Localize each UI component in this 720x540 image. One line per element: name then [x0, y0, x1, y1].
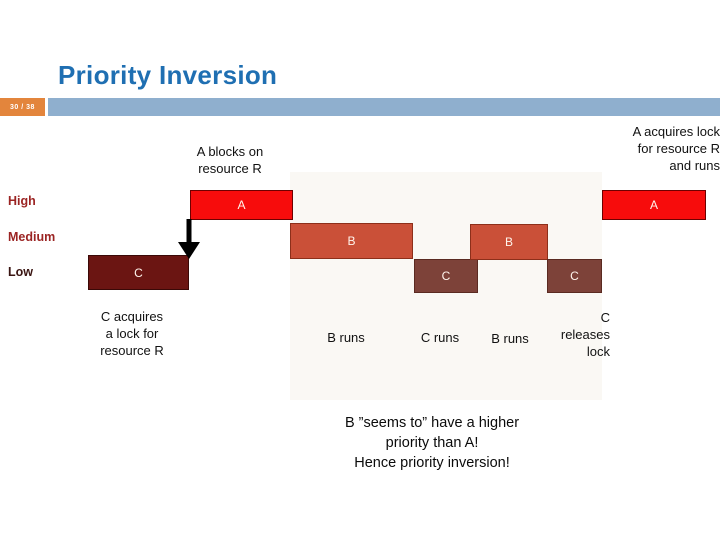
task-bar-c-second: C	[414, 259, 478, 293]
conclusion-caption: B ”seems to” have a higher priority than…	[344, 415, 520, 471]
annotation-c-runs: C runs	[420, 330, 460, 345]
annotation-c-releases-lock: C releases lock	[560, 310, 610, 360]
annotation-a-blocks-on-resource: A blocks on resource R	[196, 144, 264, 177]
priority-label-medium: Medium	[8, 230, 56, 244]
annotation-c-acquires-lock: C acquires a lock for resource R	[100, 309, 164, 359]
priority-label-low: Low	[8, 265, 33, 279]
task-bar-b-second: B	[470, 224, 548, 260]
task-bar-c-third: C	[547, 259, 602, 293]
task-bar-a-second: A	[602, 190, 706, 220]
priority-label-high: High	[8, 194, 36, 208]
priority-inversion-diagram: High Medium Low C A B C B C A A blocks o…	[0, 0, 720, 540]
down-arrow-icon	[178, 219, 200, 259]
task-bar-a-first: A	[190, 190, 293, 220]
annotation-a-acquires-lock: A acquires lock for resource R and runs	[632, 124, 720, 174]
annotation-b-runs-first: B runs	[327, 330, 365, 345]
task-bar-c-initial: C	[88, 255, 189, 290]
task-bar-b-first: B	[290, 223, 413, 259]
